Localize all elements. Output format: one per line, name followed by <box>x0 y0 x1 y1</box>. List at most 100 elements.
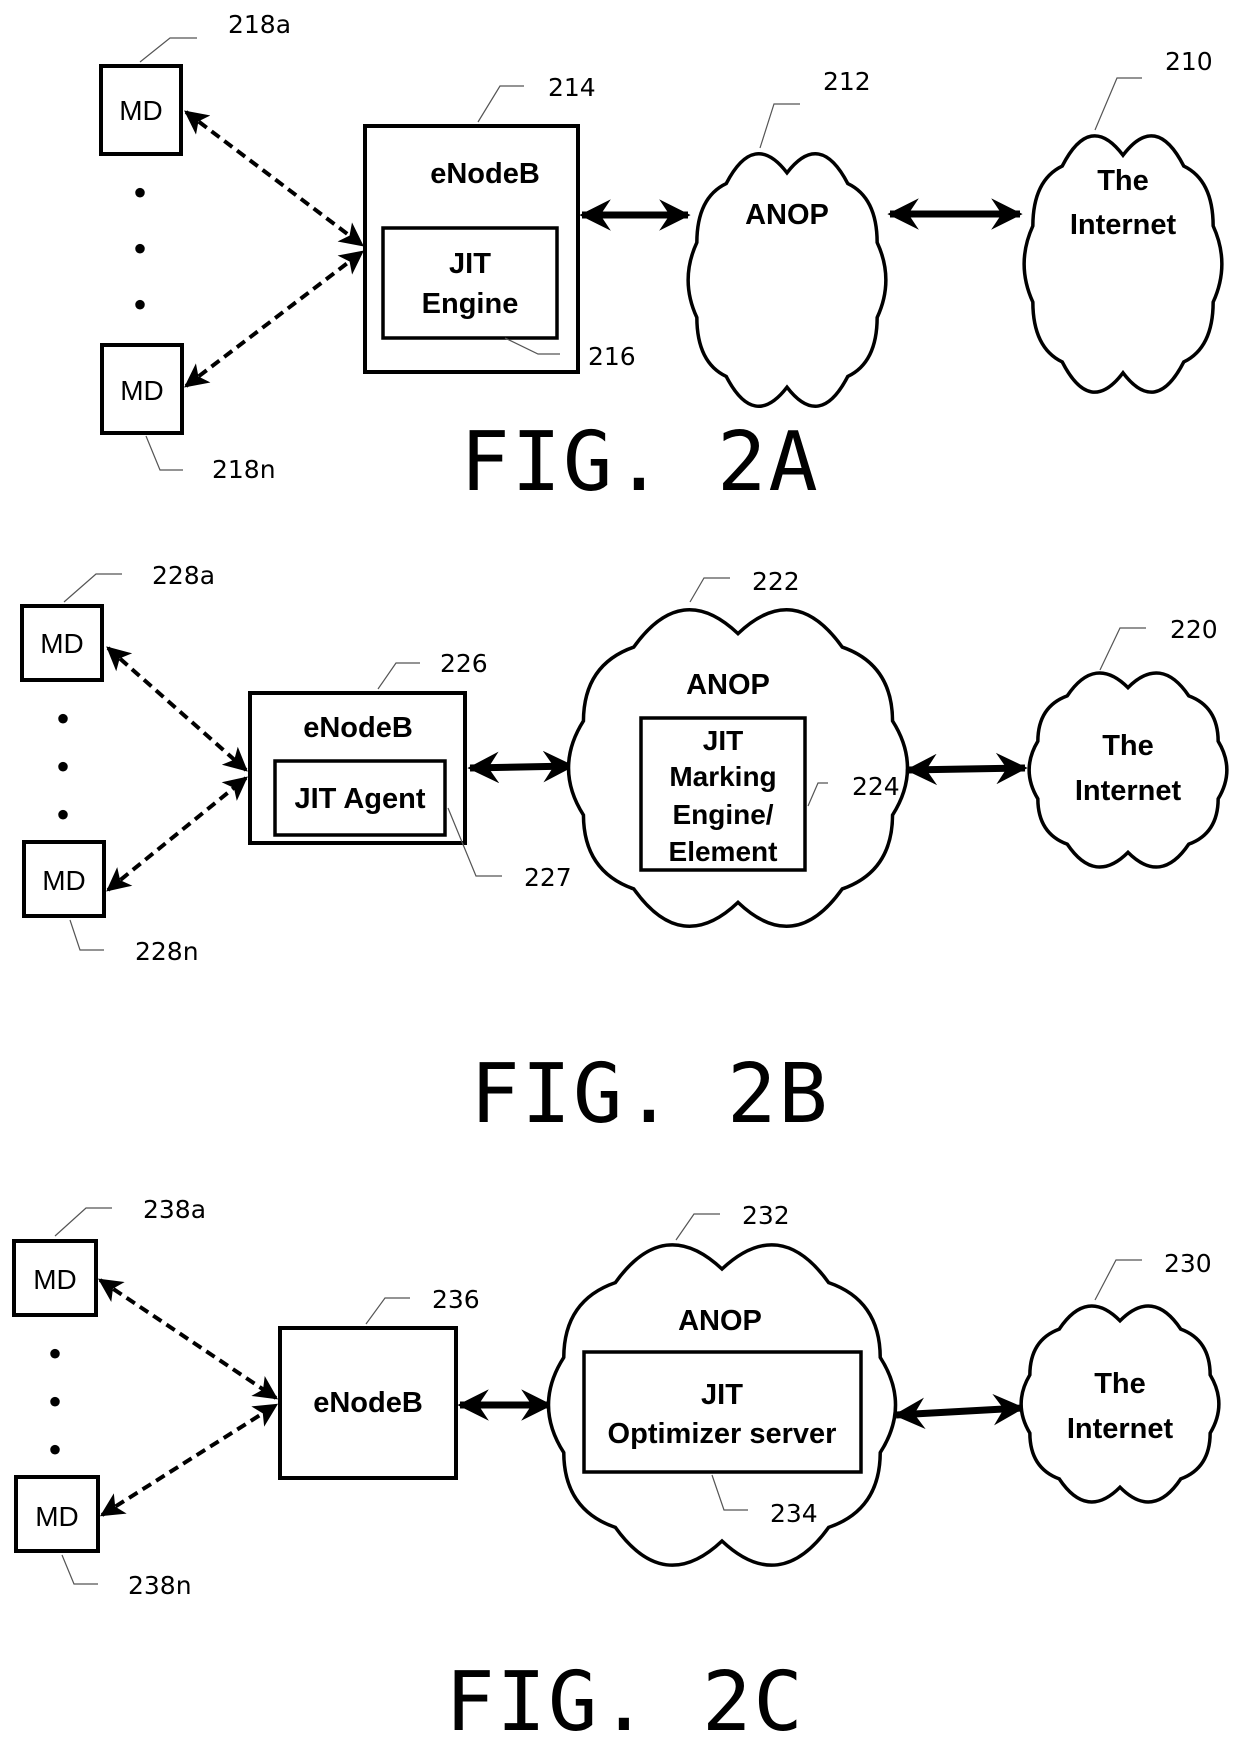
md-label: MD <box>119 95 163 126</box>
figure-2c: MD 238a • • • MD 238n eNodeB 236 ANOP 23… <box>12 1195 1221 1750</box>
ref-leader <box>675 1213 720 1241</box>
ellipsis-dot: • <box>56 744 70 789</box>
ref-number: 224 <box>852 772 900 801</box>
ref-number: 222 <box>752 567 800 596</box>
enodeb-label: eNodeB <box>303 712 413 744</box>
ref-leader <box>689 577 730 603</box>
ref-leader <box>61 1554 98 1585</box>
figure-caption: FIG. 2C <box>445 1655 805 1750</box>
enodeb-node: eNodeB 236 <box>278 1285 480 1480</box>
internet-line-1: The <box>1094 1368 1146 1400</box>
link-anop-internet <box>893 1393 1025 1430</box>
cloud-outline <box>686 152 888 408</box>
anop-label: ANOP <box>686 669 770 701</box>
ellipsis-dot: • <box>56 792 70 837</box>
jit-marking-line-4: Element <box>669 836 778 867</box>
anop-label: ANOP <box>678 1305 762 1337</box>
enodeb-label: eNodeB <box>430 158 540 190</box>
ellipsis-dot: • <box>133 282 147 327</box>
ref-number: 238n <box>128 1571 192 1600</box>
ref-leader <box>1094 77 1142 131</box>
ref-number: 226 <box>440 649 488 678</box>
anop-cloud: ANOP 232 JIT Optimizer server 234 <box>546 1201 898 1567</box>
ref-leader <box>1094 1259 1142 1301</box>
internet-cloud: The Internet 210 <box>1022 47 1224 394</box>
jit-engine-line-2: Engine <box>422 288 519 320</box>
cloud-outline <box>1027 671 1229 869</box>
jit-marking-line-3: Engine/ <box>672 799 773 830</box>
ref-number: 210 <box>1165 47 1213 76</box>
ref-number: 228n <box>135 937 199 966</box>
jit-engine-box <box>381 226 559 340</box>
ellipsis-dot: • <box>48 1379 62 1424</box>
internet-cloud: The Internet 230 <box>1019 1249 1221 1504</box>
wireless-link-top <box>106 646 248 772</box>
figure-2a: MD 218a • • • MD 218n eNodeB 214 JIT Eng… <box>99 10 1224 510</box>
ellipsis-dot: • <box>56 696 70 741</box>
jit-optimizer-line-2: Optimizer server <box>608 1418 837 1450</box>
figure-caption: FIG. 2A <box>460 415 820 510</box>
ref-leader <box>69 919 104 951</box>
enodeb-label: eNodeB <box>313 1387 423 1419</box>
ref-number: 216 <box>588 342 636 371</box>
link-anop-internet <box>905 752 1028 786</box>
ref-leader <box>365 1297 410 1325</box>
ref-number: 230 <box>1164 1249 1212 1278</box>
ref-leader <box>759 103 800 149</box>
md-label: MD <box>40 628 84 659</box>
enodeb-node: eNodeB 214 JIT Engine 216 <box>363 73 636 374</box>
wireless-link-top <box>184 110 364 247</box>
ref-leader <box>477 85 524 123</box>
ref-leader <box>63 573 122 603</box>
ref-number: 228a <box>152 561 215 590</box>
md-label: MD <box>33 1264 77 1295</box>
ref-leader <box>139 37 197 63</box>
ref-number: 234 <box>770 1499 818 1528</box>
cloud-outline <box>1019 1304 1221 1504</box>
ref-number: 236 <box>432 1285 480 1314</box>
ref-leader <box>54 1207 112 1237</box>
ref-leader <box>1099 627 1146 671</box>
ref-number: 218n <box>212 455 276 484</box>
wireless-link-bottom <box>106 776 248 892</box>
md-label: MD <box>35 1501 79 1532</box>
mobile-device-top: MD 228a <box>20 561 215 682</box>
mobile-device-bottom: MD 218n <box>100 343 276 484</box>
anop-label: ANOP <box>745 199 829 231</box>
jit-marking-line-2: Marking <box>669 761 776 792</box>
jit-engine-line-1: JIT <box>449 248 491 280</box>
jit-marking-line-1: JIT <box>703 725 743 756</box>
anop-cloud: ANOP 212 <box>686 67 888 408</box>
ref-number: 214 <box>548 73 596 102</box>
internet-line-2: Internet <box>1070 209 1177 241</box>
figure-2b: MD 228a • • • MD 228n eNodeB 226 JIT Age… <box>20 561 1229 1142</box>
ref-number: 227 <box>524 863 572 892</box>
figure-caption: FIG. 2B <box>470 1047 830 1142</box>
ellipsis-dot: • <box>48 1331 62 1376</box>
md-label: MD <box>120 375 164 406</box>
mobile-device-bottom: MD 228n <box>22 840 199 966</box>
jit-optimizer-server-box <box>582 1350 863 1474</box>
ellipsis-dot: • <box>133 226 147 271</box>
link-enodeb-anop <box>467 750 575 784</box>
internet-line-1: The <box>1097 165 1149 197</box>
ref-number: 218a <box>228 10 291 39</box>
ref-leader <box>145 435 183 471</box>
jit-agent-label: JIT Agent <box>294 783 425 815</box>
ref-number: 238a <box>143 1195 206 1224</box>
jit-optimizer-line-1: JIT <box>701 1379 743 1411</box>
internet-line-1: The <box>1102 730 1154 762</box>
internet-cloud: The Internet 220 <box>1027 615 1229 869</box>
ref-number: 220 <box>1170 615 1218 644</box>
md-label: MD <box>42 865 86 896</box>
internet-line-2: Internet <box>1067 1413 1174 1445</box>
ref-leader <box>377 662 420 690</box>
wireless-link-bottom <box>184 250 364 388</box>
wireless-link-top <box>98 1278 278 1400</box>
mobile-device-top: MD 218a <box>99 10 291 156</box>
wireless-link-bottom <box>99 1403 279 1517</box>
patent-figure-sheet: MD 218a • • • MD 218n eNodeB 214 JIT Eng… <box>12 10 1229 1750</box>
mobile-device-bottom: MD 238n <box>14 1475 192 1600</box>
ellipsis-dot: • <box>48 1427 62 1472</box>
ref-number: 212 <box>823 67 871 96</box>
